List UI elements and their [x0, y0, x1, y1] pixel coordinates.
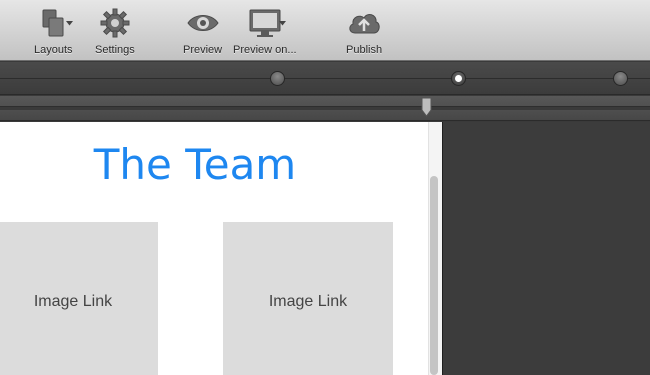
eye-icon [186, 6, 219, 40]
width-resize-handle[interactable] [421, 97, 432, 117]
publish-button[interactable]: Publish [346, 6, 382, 58]
preview-button[interactable]: Preview [183, 6, 222, 58]
settings-label: Settings [95, 44, 135, 56]
image-link[interactable]: Image Link [0, 222, 158, 375]
layouts-label: Layouts [34, 44, 73, 56]
image-link[interactable]: Image Link [223, 222, 393, 375]
monitor-icon [248, 6, 286, 40]
breakpoint-marker[interactable] [270, 71, 285, 86]
breakpoint-marker[interactable] [613, 71, 628, 86]
breakpoint-marker-active[interactable] [451, 71, 466, 86]
publish-label: Publish [346, 44, 383, 56]
breakpoint-bar [0, 62, 650, 95]
preview-label: Preview [183, 44, 223, 56]
chevron-down-icon [66, 21, 74, 26]
chevron-down-icon [278, 21, 286, 26]
preview-on-button[interactable]: Preview on... [233, 6, 297, 58]
image-link-label: Image Link [268, 293, 348, 310]
ruler-groove [0, 106, 650, 110]
page-title: The Team [93, 140, 297, 189]
settings-button[interactable]: Settings [95, 6, 135, 58]
width-ruler [0, 96, 650, 121]
gear-icon [100, 6, 130, 40]
image-link-label: Image Link [33, 293, 113, 310]
canvas-scroll-thumb[interactable] [430, 176, 438, 375]
layouts-icon [42, 6, 74, 40]
page-canvas: The Team Image Link Image Link [0, 122, 428, 375]
toolbar: Layouts Settings Preview Preview on... P… [0, 0, 650, 61]
empty-workspace [443, 122, 650, 375]
preview-on-label: Preview on... [233, 44, 297, 56]
breakpoint-track [0, 78, 650, 79]
cloud-upload-icon [347, 6, 381, 40]
layouts-button[interactable]: Layouts [34, 6, 74, 58]
